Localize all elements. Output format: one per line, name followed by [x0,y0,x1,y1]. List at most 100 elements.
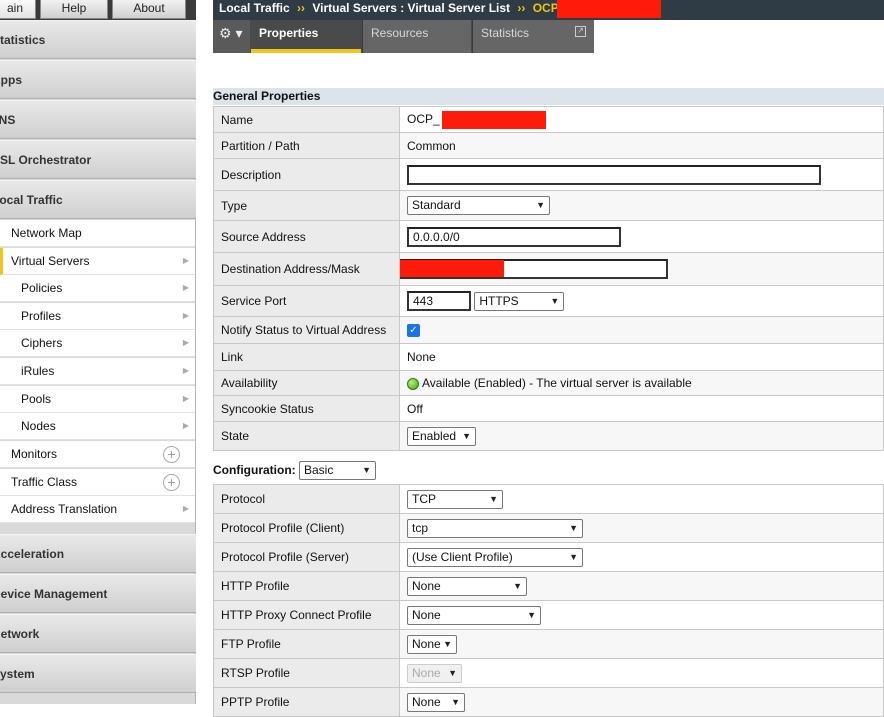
sidebar-section-label: Device Management [0,587,108,601]
tab-statistics-label: Statistics [481,26,530,40]
chevron-down-icon: ▼ [489,493,498,504]
sidebar-item-address-translation[interactable]: Address Translation ▶ [0,496,195,523]
sidebar-item-profiles[interactable]: Profiles ▶ [0,303,195,330]
sidebar-section-local-traffic[interactable]: Local Traffic [0,180,196,219]
source-address-input[interactable]: 0.0.0.0/0 [407,226,621,247]
configuration-label: Configuration: [213,463,296,477]
redaction-block [557,0,662,18]
sidebar-item-traffic-class[interactable]: Traffic Class + [0,469,195,496]
add-circle-icon[interactable]: + [163,446,180,463]
http-proxy-connect-profile-select-value: None [412,607,441,622]
breadcrumb-local-traffic[interactable]: Local Traffic [219,1,290,15]
protocol-profile-server-select-value: (Use Client Profile) [412,549,513,564]
sidebar-section-acceleration[interactable]: Acceleration [0,534,196,573]
http-proxy-connect-profile-select[interactable]: None ▼ [407,605,541,625]
sidebar-section-device-management[interactable]: Device Management [0,574,196,613]
sidebar-section-ssl-orchestrator[interactable]: SSL Orchestrator [0,140,196,179]
sidebar-item-label: Network Map [11,226,82,240]
redaction-block [441,110,546,129]
sidebar-item-label: Pools [21,392,52,406]
row-name: Name OCP_ [213,106,884,133]
chevron-right-icon: ▶ [182,311,189,320]
destination-label: Destination Address/Mask [213,252,400,286]
sidebar-section-apps[interactable]: Apps [0,60,196,99]
tab-resources[interactable]: Resources [362,20,471,53]
sidebar-item-pools[interactable]: Pools ▶ [0,386,195,413]
pptp-profile-label: PPTP Profile [213,687,400,717]
configuration-table: Protocol TCP ▼ Protocol Profile (Client) tcp… [213,484,884,717]
breadcrumb-separator: ›› [517,1,526,16]
partition-label: Partition / Path [213,132,400,159]
chevron-down-icon: ▼ [569,551,578,562]
protocol-profile-client-label: Protocol Profile (Client) [213,513,400,543]
pptp-profile-select[interactable]: None ▼ [407,692,465,712]
protocol-profile-server-label: Protocol Profile (Server) [213,542,400,572]
sidebar-section-statistics[interactable]: Statistics [0,20,196,59]
ftp-profile-label: FTP Profile [213,629,400,659]
tab-main[interactable]: ain [0,0,36,19]
protocol-profile-client-select[interactable]: tcp ▼ [407,518,583,538]
gear-menu-button[interactable]: ⚙ ▾ [213,20,250,53]
availability-value: Available (Enabled) - The virtual server… [422,376,692,390]
protocol-select-value: TCP [412,491,436,506]
chevron-right-icon: ▶ [182,504,189,513]
notify-checkbox[interactable]: ✓ [407,324,420,338]
sidebar-item-label: Monitors [11,447,58,461]
breadcrumb-virtual-server-list[interactable]: Virtual Servers : Virtual Server List [312,1,510,15]
row-type: Type Standard ▼ [213,190,884,221]
chevron-down-icon: ▼ [462,430,471,441]
row-http-proxy-connect-profile: HTTP Proxy Connect Profile None ▼ [213,600,884,630]
sidebar-section-label: Network [0,627,40,641]
protocol-select[interactable]: TCP ▼ [407,489,503,509]
chevron-down-icon: ▼ [448,667,457,678]
sidebar-item-ciphers[interactable]: Ciphers ▶ [0,330,195,357]
tab-statistics[interactable]: Statistics ↗ [472,20,594,53]
name-value: OCP_ [407,111,440,126]
tab-about[interactable]: About [112,0,186,19]
ftp-profile-select[interactable]: None ▼ [407,634,457,654]
name-value-cell: OCP_ [399,106,884,133]
sidebar-item-network-map[interactable]: Network Map [0,220,195,247]
sidebar-item-label: Address Translation [11,502,118,516]
type-select[interactable]: Standard ▼ [407,196,550,215]
row-source-address: Source Address 0.0.0.0/0 [213,220,884,253]
general-properties-title: General Properties [213,88,884,105]
type-select-value: Standard [412,198,461,212]
row-link: Link None [213,343,884,371]
sidebar-item-label: Ciphers [21,336,63,350]
external-link-icon[interactable]: ↗ [575,26,586,37]
state-select[interactable]: Enabled ▼ [407,426,476,446]
add-circle-icon[interactable]: + [163,474,180,491]
sidebar-section-system[interactable]: System [0,654,196,693]
chevron-down-icon: ▼ [536,200,545,210]
chevron-right-icon: ▶ [182,366,189,375]
tab-help[interactable]: Help [40,0,108,19]
service-port-input[interactable]: 443 [407,291,471,311]
service-port-select[interactable]: HTTPS ▼ [474,291,565,311]
row-description: Description [213,158,884,191]
protocol-profile-server-select[interactable]: (Use Client Profile) ▼ [407,547,583,567]
row-ftp-profile: FTP Profile None ▼ [213,629,884,659]
chevron-right-icon: ▶ [182,338,189,347]
sidebar-item-monitors[interactable]: Monitors + [0,441,195,468]
sidebar-item-policies[interactable]: Policies ▶ [0,275,195,302]
tab-properties[interactable]: Properties [251,20,361,53]
rtsp-profile-label: RTSP Profile [213,658,400,688]
sidebar-item-nodes[interactable]: Nodes ▶ [0,413,195,440]
sidebar-item-irules[interactable]: iRules ▶ [0,358,195,385]
row-destination: Destination Address/Mask [213,252,884,286]
description-input[interactable] [407,164,821,185]
destination-input[interactable] [400,259,668,279]
configuration-mode-select[interactable]: Basic ▼ [299,461,376,481]
http-profile-select[interactable]: None ▼ [407,576,527,596]
sidebar-section-label: Apps [0,73,22,87]
sidebar-item-label: Policies [21,281,63,295]
sidebar-section-network[interactable]: Network [0,614,196,653]
status-available-icon [407,377,419,390]
row-rtsp-profile: RTSP Profile None ▼ [213,658,884,688]
sidebar-section-dns[interactable]: DNS [0,100,196,139]
availability-label: Availability [213,370,400,396]
sidebar-item-virtual-servers[interactable]: Virtual Servers ▶ [0,248,195,275]
row-partition: Partition / Path Common [213,132,884,159]
link-label: Link [213,343,400,371]
